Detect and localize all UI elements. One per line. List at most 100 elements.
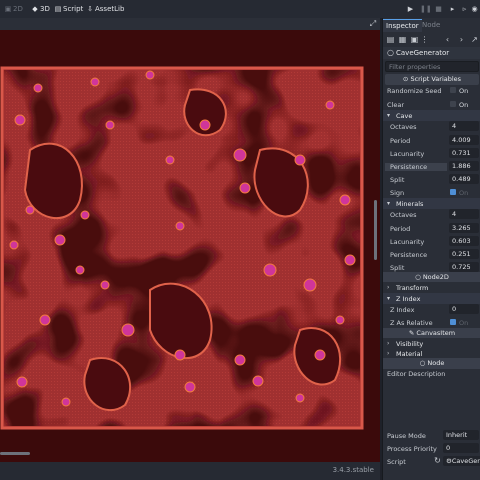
editor-description-textarea[interactable] xyxy=(383,380,480,426)
assetlib-label: AssetLib xyxy=(95,5,125,13)
cave-period-input[interactable]: 4.009 xyxy=(449,135,479,145)
minerals-octaves-input[interactable]: 4 xyxy=(449,209,479,219)
section-title: Transform xyxy=(396,284,429,292)
prop-minerals-period: Period 3.265 xyxy=(383,222,480,235)
prop-script: Script ↻ ⚙CaveGenerator xyxy=(383,455,480,468)
checkbox-text: On xyxy=(459,319,469,327)
script-variables-label: Script Variables xyxy=(410,75,462,83)
play-scene-icon[interactable]: ▸ xyxy=(448,4,457,14)
prop-label: Period xyxy=(390,137,411,145)
assetlib-icon: ⇩ xyxy=(87,5,93,13)
prop-label: Persistence xyxy=(385,163,448,171)
prop-label: Clear xyxy=(387,101,404,109)
prop-label: Lacunarity xyxy=(390,150,425,158)
node2d-icon: ○ xyxy=(415,273,423,281)
section-title: Visibility xyxy=(396,340,424,348)
clear-checkbox[interactable] xyxy=(450,101,456,107)
reload-icon[interactable]: ↻ xyxy=(433,456,442,466)
section-transform[interactable]: › Transform xyxy=(383,282,480,293)
more-options-icon[interactable]: ⋮ xyxy=(420,35,429,45)
2d-view-button[interactable]: ▣ 2D xyxy=(4,4,23,14)
movie-icon[interactable]: ◉ xyxy=(470,4,479,14)
script-label: Script xyxy=(63,5,84,13)
minerals-period-input[interactable]: 3.265 xyxy=(449,223,479,233)
vertical-scrollbar[interactable] xyxy=(374,200,377,260)
randomize-seed-checkbox[interactable] xyxy=(450,87,456,93)
object-name: CaveGenerator xyxy=(396,49,450,57)
play-custom-icon[interactable]: ▹ xyxy=(460,4,469,14)
tab-node[interactable]: Node xyxy=(419,19,443,31)
prop-label: Z Index xyxy=(390,306,415,314)
inspector-toolbar: ▤ ▦ ▣ ⋮ ‹ › ↗ xyxy=(383,34,480,46)
prop-label: Script xyxy=(387,458,406,466)
new-resource-icon[interactable]: ▤ xyxy=(386,35,395,45)
cave-sign-checkbox[interactable] xyxy=(450,189,456,195)
save-resource-icon[interactable]: ▣ xyxy=(410,35,419,45)
canvas-viewport[interactable] xyxy=(0,30,380,462)
section-title: Z Index xyxy=(396,295,421,303)
open-resource-icon[interactable]: ▦ xyxy=(398,35,407,45)
checkbox-text: On xyxy=(459,189,469,197)
play-icon[interactable]: ▶ xyxy=(406,4,415,14)
script-icon: ▤ xyxy=(54,5,62,13)
assetlib-view-button[interactable]: ⇩ AssetLib xyxy=(86,4,124,14)
chevron-right-icon: › xyxy=(387,284,390,291)
minerals-persistence-input[interactable]: 0.251 xyxy=(449,249,479,259)
pause-icon[interactable]: ❚❚ xyxy=(420,4,432,14)
pause-mode-dropdown[interactable]: Inherit xyxy=(443,430,479,440)
2d-view-icon: ▣ xyxy=(4,5,12,13)
fullscreen-icon[interactable]: ⤢ xyxy=(367,18,379,30)
prop-cave-lacunarity: Lacunarity 0.731 xyxy=(383,147,480,160)
history-forward-icon[interactable]: › xyxy=(457,35,466,45)
section-title: Cave xyxy=(396,112,413,120)
object-selector[interactable]: ○ CaveGenerator xyxy=(383,47,480,59)
stop-icon[interactable]: ■ xyxy=(434,4,443,14)
z-as-relative-checkbox[interactable] xyxy=(450,319,456,325)
3d-view-button[interactable]: ◆ 3D xyxy=(31,4,50,14)
chevron-down-icon: ▾ xyxy=(387,200,391,207)
history-back-icon[interactable]: ‹ xyxy=(443,35,452,45)
horizontal-scrollbar[interactable] xyxy=(0,452,30,455)
inspector-panel: Inspector Node ▤ ▦ ▣ ⋮ ‹ › ↗ ○ CaveGener… xyxy=(382,18,480,480)
prop-label: Split xyxy=(390,176,405,184)
section-title: Material xyxy=(396,350,423,358)
prop-label: Lacunarity xyxy=(390,238,425,246)
inspector-tabs: Inspector Node xyxy=(383,18,480,32)
minerals-split-input[interactable]: 0.725 xyxy=(449,262,479,272)
prop-label: Z As Relative xyxy=(390,319,433,327)
filter-properties-input[interactable]: Filter properties xyxy=(385,61,479,72)
prop-label: Sign xyxy=(390,189,405,197)
cave-split-input[interactable]: 0.489 xyxy=(449,174,479,184)
tab-inspector[interactable]: Inspector xyxy=(383,19,422,32)
script-view-button[interactable]: ▤ Script xyxy=(54,4,84,14)
version-label: 3.4.3.stable xyxy=(332,466,374,474)
z-index-input[interactable]: 0 xyxy=(449,304,479,314)
prop-minerals-lacunarity: Lacunarity 0.603 xyxy=(383,235,480,248)
class-label: CanvasItem xyxy=(416,329,456,337)
prop-randomize-seed: Randomize Seed On xyxy=(383,84,480,97)
prop-cave-period: Period 4.009 xyxy=(383,134,480,147)
prop-label: Editor Description xyxy=(387,370,446,378)
history-list-icon[interactable]: ↗ xyxy=(470,35,479,45)
cave-octaves-input[interactable]: 4 xyxy=(449,121,479,131)
prop-cave-split: Split 0.489 xyxy=(383,173,480,186)
section-title: Minerals xyxy=(396,200,424,208)
prop-cave-octaves: Octaves 4 xyxy=(383,120,480,133)
script-resource-field[interactable]: ⚙CaveGenerator xyxy=(443,456,480,466)
cave-persistence-input[interactable]: 1.886 xyxy=(449,161,479,171)
2d-label: 2D xyxy=(13,5,23,13)
checkbox-text: On xyxy=(459,101,469,109)
process-priority-input[interactable]: 0 xyxy=(443,443,479,453)
class-label: Node xyxy=(427,359,445,367)
checkbox-text: On xyxy=(459,87,469,95)
minerals-lacunarity-input[interactable]: 0.603 xyxy=(449,236,479,246)
cave-lacunarity-input[interactable]: 0.731 xyxy=(449,148,479,158)
prop-label: Octaves xyxy=(390,123,417,131)
cave-map xyxy=(0,66,364,430)
prop-label: Persistence xyxy=(390,251,428,259)
prop-label: Randomize Seed xyxy=(387,87,442,95)
prop-label: Process Priority xyxy=(387,445,437,453)
chevron-down-icon: ▾ xyxy=(387,295,391,302)
prop-label: Split xyxy=(390,264,405,272)
chevron-right-icon: › xyxy=(387,340,390,347)
